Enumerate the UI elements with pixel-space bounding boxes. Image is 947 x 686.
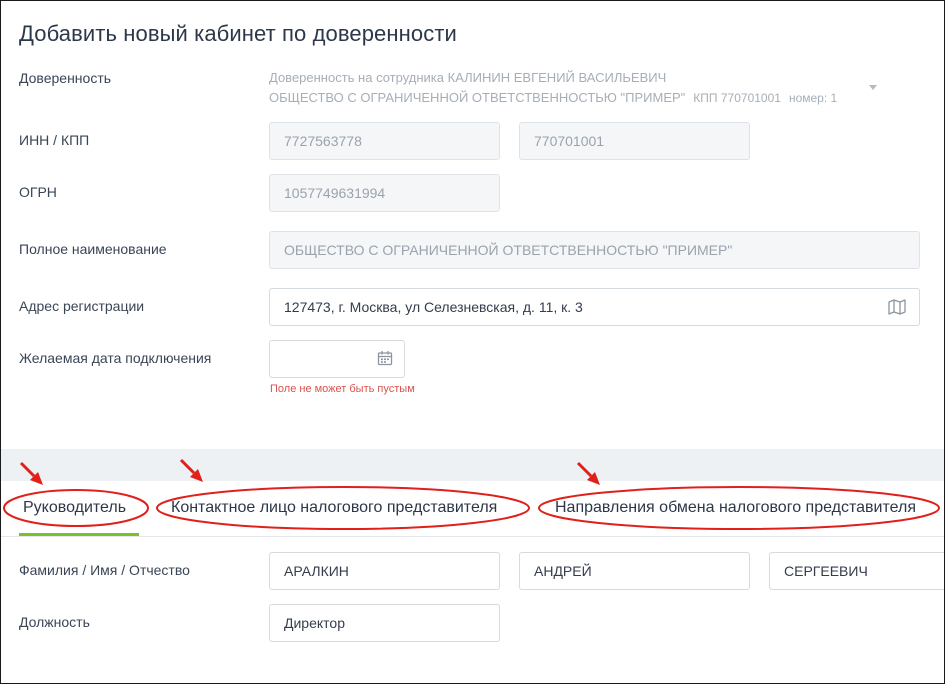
fio-label: Фамилия / Имя / Отчество	[19, 562, 190, 578]
map-icon[interactable]	[888, 299, 906, 315]
last-name-field[interactable]: АРАЛКИН	[269, 552, 500, 590]
tabs-divider	[1, 536, 944, 537]
chevron-down-icon[interactable]	[869, 85, 877, 90]
inn-field[interactable]: 7727563778	[269, 122, 500, 160]
tab-exchange-directions[interactable]: Направления обмена налогового представит…	[555, 499, 916, 517]
middle-name-field[interactable]: СЕРГЕЕВИЧ	[769, 552, 944, 590]
tab-contact-person[interactable]: Контактное лицо налогового представителя	[171, 499, 497, 517]
form-window: Добавить новый кабинет по доверенности Д…	[0, 0, 945, 684]
page-title: Добавить новый кабинет по доверенности	[19, 21, 457, 46]
ogrn-field[interactable]: 1057749631994	[269, 174, 500, 212]
date-error: Поле не может быть пустым	[270, 383, 415, 395]
trust-org: ОБЩЕСТВО С ОГРАНИЧЕННОЙ ОТВЕТСТВЕННОСТЬЮ…	[269, 90, 686, 105]
trust-select[interactable]: Доверенность на сотрудника КАЛИНИН ЕВГЕН…	[269, 69, 879, 109]
tab-director[interactable]: Руководитель	[23, 499, 126, 517]
position-field[interactable]: Директор	[269, 604, 500, 642]
kpp-field[interactable]: 770701001	[519, 122, 750, 160]
date-label: Желаемая дата подключения	[19, 350, 212, 366]
full-name-field[interactable]: ОБЩЕСТВО С ОГРАНИЧЕННОЙ ОТВЕТСТВЕННОСТЬЮ…	[269, 231, 920, 269]
inn-kpp-label: ИНН / КПП	[19, 132, 90, 148]
trust-line1: Доверенность на сотрудника КАЛИНИН ЕВГЕН…	[269, 70, 667, 85]
trust-kpp: КПП 770701001	[693, 91, 781, 105]
full-name-label: Полное наименование	[19, 241, 167, 257]
address-field[interactable]: 127473, г. Москва, ул Селезневская, д. 1…	[269, 288, 920, 326]
trust-line2: ОБЩЕСТВО С ОГРАНИЧЕННОЙ ОТВЕТСТВЕННОСТЬЮ…	[269, 90, 837, 105]
section-separator	[1, 449, 944, 481]
active-tab-indicator	[19, 533, 139, 536]
trust-number: номер: 1	[788, 91, 838, 105]
first-name-field[interactable]: АНДРЕЙ	[519, 552, 750, 590]
trust-label: Доверенность	[19, 70, 112, 86]
address-label: Адрес регистрации	[19, 298, 145, 314]
calendar-icon[interactable]	[377, 350, 393, 366]
position-label: Должность	[19, 614, 90, 630]
ogrn-label: ОГРН	[19, 184, 57, 200]
